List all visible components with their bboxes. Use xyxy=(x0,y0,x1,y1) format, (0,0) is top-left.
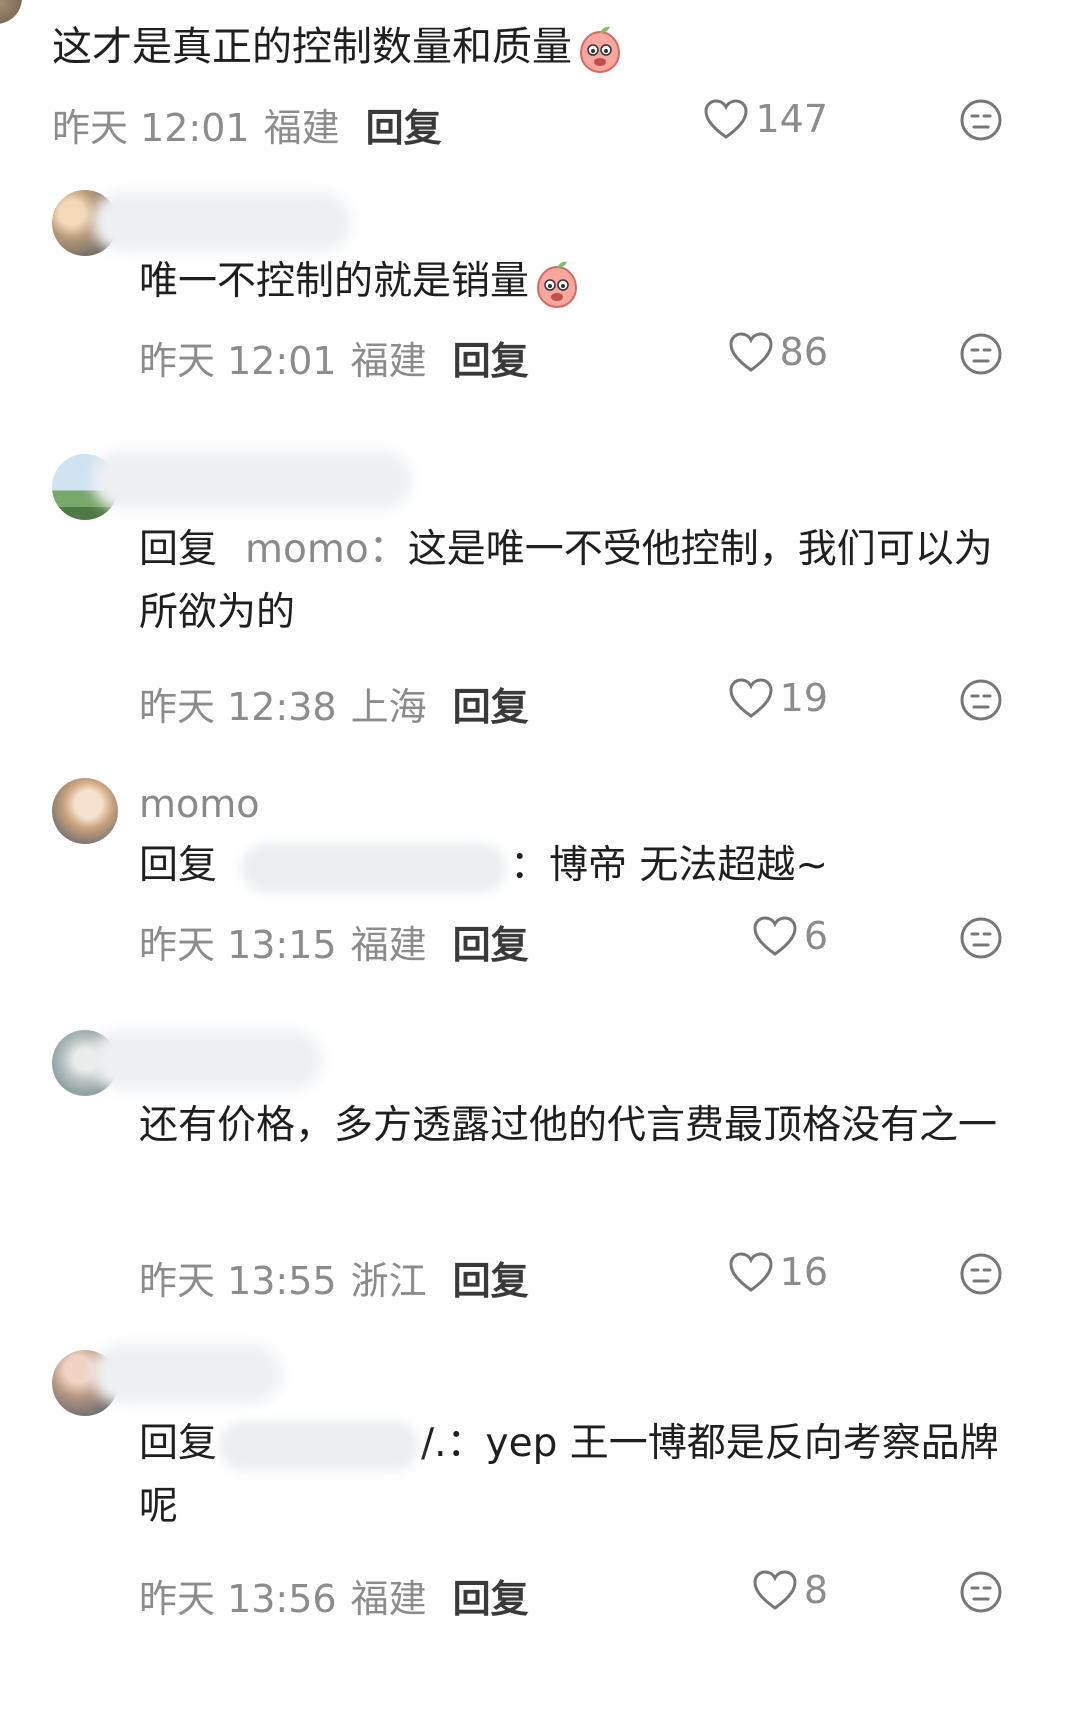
comment-time: 昨天 13:55 xyxy=(139,1259,337,1303)
like-button[interactable]: 19 xyxy=(728,676,828,720)
heart-icon xyxy=(729,332,773,372)
comment-location: 福建 xyxy=(350,339,427,383)
blurred-username xyxy=(92,450,412,510)
comment-time: 昨天 13:56 xyxy=(139,1577,337,1621)
comment-meta: 昨天 12:01 福建 回复 xyxy=(52,97,442,152)
comment-location: 福建 xyxy=(263,106,340,150)
reply-button[interactable]: 回复 xyxy=(453,1577,529,1621)
comment-time: 昨天 12:01 xyxy=(52,106,250,150)
comment-time: 昨天 12:38 xyxy=(139,685,337,729)
peach-emoji-icon xyxy=(579,26,621,74)
heart-icon xyxy=(753,1570,797,1610)
dislike-emoji-icon[interactable] xyxy=(959,1570,1003,1614)
avatar[interactable] xyxy=(52,778,118,844)
comment-meta: 昨天 13:56 福建 回复 xyxy=(139,1568,529,1623)
like-count: 6 xyxy=(803,914,828,958)
comment-location: 上海 xyxy=(350,685,427,729)
reply-button[interactable]: 回复 xyxy=(453,685,529,729)
blurred-mention xyxy=(241,842,507,893)
partial-avatar xyxy=(0,0,22,24)
like-button[interactable]: 147 xyxy=(703,97,828,141)
comment-time: 昨天 12:01 xyxy=(139,339,337,383)
comment-text: 还有价格，多方透露过他的代言费最顶格没有之一 xyxy=(139,1103,998,1148)
heart-icon xyxy=(704,99,748,139)
comment-meta: 昨天 12:38 上海 回复 xyxy=(139,676,529,731)
comment-text: 回复 ：博帝 无法超越~ xyxy=(139,834,1019,897)
blurred-username xyxy=(92,192,352,252)
like-button[interactable]: 6 xyxy=(752,914,828,958)
reply-button[interactable]: 回复 xyxy=(453,923,529,967)
like-button[interactable]: 86 xyxy=(728,330,828,374)
like-count: 147 xyxy=(755,97,828,141)
heart-icon xyxy=(753,916,797,956)
blurred-username xyxy=(92,1030,322,1090)
dislike-emoji-icon[interactable] xyxy=(959,678,1003,722)
comment-meta: 昨天 13:55 浙江 回复 xyxy=(139,1250,529,1305)
comment-meta: 昨天 13:15 福建 回复 xyxy=(139,914,529,969)
comment-time: 昨天 13:15 xyxy=(139,923,337,967)
like-count: 8 xyxy=(803,1568,828,1612)
heart-icon xyxy=(729,678,773,718)
peach-emoji-icon xyxy=(537,261,578,308)
dislike-emoji-icon[interactable] xyxy=(959,916,1003,960)
dislike-emoji-icon[interactable] xyxy=(959,332,1003,376)
like-button[interactable]: 8 xyxy=(752,1568,828,1612)
like-button[interactable]: 16 xyxy=(728,1250,828,1294)
mention-link[interactable]: momo： xyxy=(245,527,408,572)
dislike-emoji-icon[interactable] xyxy=(959,98,1003,142)
blurred-mention xyxy=(219,1420,420,1471)
username[interactable]: momo xyxy=(139,782,260,826)
reply-button[interactable]: 回复 xyxy=(453,339,529,383)
like-count: 86 xyxy=(779,330,828,374)
like-count: 16 xyxy=(779,1250,828,1294)
blurred-username xyxy=(92,1344,282,1404)
comment-text: 这才是真正的控制数量和质量 xyxy=(52,16,952,79)
reply-button[interactable]: 回复 xyxy=(366,106,442,150)
reply-button[interactable]: 回复 xyxy=(453,1259,529,1303)
comment-meta: 昨天 12:01 福建 回复 xyxy=(139,330,529,385)
comment-text: 唯一不控制的就是销量 xyxy=(139,250,979,313)
comment-text: 回复 momo：这是唯一不受他控制，我们可以为所欲为的 xyxy=(139,527,993,635)
comment-location: 福建 xyxy=(350,1577,427,1621)
comment-text: 回复/.：yep 王一博都是反向考察品牌呢 xyxy=(139,1420,999,1529)
comment-location: 福建 xyxy=(350,923,427,967)
like-count: 19 xyxy=(779,676,828,720)
dislike-emoji-icon[interactable] xyxy=(959,1252,1003,1296)
heart-icon xyxy=(729,1252,773,1292)
comment-location: 浙江 xyxy=(350,1259,427,1303)
